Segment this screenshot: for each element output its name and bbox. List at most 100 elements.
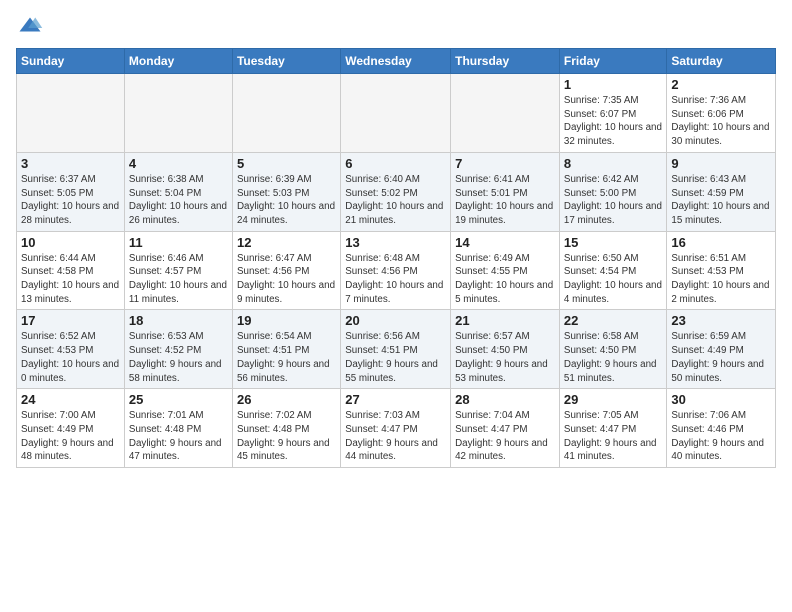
calendar-header-thursday: Thursday	[451, 49, 560, 74]
day-number: 27	[345, 392, 446, 407]
day-number: 19	[237, 313, 336, 328]
calendar-week-row: 17 Sunrise: 6:52 AM Sunset: 4:53 PM Dayli…	[17, 310, 776, 389]
day-info: Sunrise: 6:59 AM Sunset: 4:49 PM Dayligh…	[671, 330, 771, 385]
day-info: Sunrise: 6:40 AM Sunset: 5:02 PM Dayligh…	[345, 173, 446, 228]
day-number: 10	[21, 235, 120, 250]
calendar-cell: 17 Sunrise: 6:52 AM Sunset: 4:53 PM Dayli…	[17, 310, 125, 389]
day-info: Sunrise: 6:43 AM Sunset: 4:59 PM Dayligh…	[671, 173, 771, 228]
calendar-cell: 6 Sunrise: 6:40 AM Sunset: 5:02 PM Daylig…	[341, 152, 451, 231]
day-number: 18	[129, 313, 228, 328]
day-number: 14	[455, 235, 555, 250]
day-info: Sunrise: 6:39 AM Sunset: 5:03 PM Dayligh…	[237, 173, 336, 228]
day-number: 9	[671, 156, 771, 171]
calendar-cell: 2 Sunrise: 7:36 AM Sunset: 6:06 PM Daylig…	[667, 74, 776, 153]
day-number: 17	[21, 313, 120, 328]
calendar-cell: 24 Sunrise: 7:00 AM Sunset: 4:49 PM Dayli…	[17, 389, 125, 468]
calendar-cell	[17, 74, 125, 153]
day-number: 13	[345, 235, 446, 250]
day-info: Sunrise: 7:02 AM Sunset: 4:48 PM Dayligh…	[237, 409, 336, 464]
day-info: Sunrise: 7:03 AM Sunset: 4:47 PM Dayligh…	[345, 409, 446, 464]
day-number: 24	[21, 392, 120, 407]
calendar-header-friday: Friday	[559, 49, 666, 74]
day-info: Sunrise: 7:05 AM Sunset: 4:47 PM Dayligh…	[564, 409, 662, 464]
calendar-cell: 12 Sunrise: 6:47 AM Sunset: 4:56 PM Dayli…	[232, 231, 340, 310]
calendar-cell: 28 Sunrise: 7:04 AM Sunset: 4:47 PM Dayli…	[451, 389, 560, 468]
calendar-week-row: 24 Sunrise: 7:00 AM Sunset: 4:49 PM Dayli…	[17, 389, 776, 468]
day-info: Sunrise: 6:53 AM Sunset: 4:52 PM Dayligh…	[129, 330, 228, 385]
day-info: Sunrise: 6:42 AM Sunset: 5:00 PM Dayligh…	[564, 173, 662, 228]
day-info: Sunrise: 7:35 AM Sunset: 6:07 PM Dayligh…	[564, 94, 662, 149]
calendar-cell: 16Sunrise: 6:51 AM Sunset: 4:53 PM Dayli…	[667, 231, 776, 310]
day-number: 20	[345, 313, 446, 328]
day-info: Sunrise: 7:06 AM Sunset: 4:46 PM Dayligh…	[671, 409, 771, 464]
calendar-cell: 11 Sunrise: 6:46 AM Sunset: 4:57 PM Dayli…	[124, 231, 232, 310]
calendar-table: SundayMondayTuesdayWednesdayThursdayFrid…	[16, 48, 776, 468]
day-info: Sunrise: 6:56 AM Sunset: 4:51 PM Dayligh…	[345, 330, 446, 385]
page: SundayMondayTuesdayWednesdayThursdayFrid…	[0, 0, 792, 612]
day-number: 6	[345, 156, 446, 171]
calendar-cell: 30 Sunrise: 7:06 AM Sunset: 4:46 PM Dayli…	[667, 389, 776, 468]
day-info: Sunrise: 7:00 AM Sunset: 4:49 PM Dayligh…	[21, 409, 120, 464]
calendar-cell: 3 Sunrise: 6:37 AM Sunset: 5:05 PM Daylig…	[17, 152, 125, 231]
day-number: 22	[564, 313, 662, 328]
day-info: Sunrise: 6:49 AM Sunset: 4:55 PM Dayligh…	[455, 252, 555, 307]
day-number: 5	[237, 156, 336, 171]
calendar-cell: 7 Sunrise: 6:41 AM Sunset: 5:01 PM Daylig…	[451, 152, 560, 231]
calendar-cell: 5 Sunrise: 6:39 AM Sunset: 5:03 PM Daylig…	[232, 152, 340, 231]
day-number: 29	[564, 392, 662, 407]
day-number: 11	[129, 235, 228, 250]
calendar-cell: 8 Sunrise: 6:42 AM Sunset: 5:00 PM Daylig…	[559, 152, 666, 231]
day-number: 30	[671, 392, 771, 407]
day-info: Sunrise: 7:01 AM Sunset: 4:48 PM Dayligh…	[129, 409, 228, 464]
day-info: Sunrise: 6:54 AM Sunset: 4:51 PM Dayligh…	[237, 330, 336, 385]
calendar-cell: 25Sunrise: 7:01 AM Sunset: 4:48 PM Dayli…	[124, 389, 232, 468]
calendar-header-wednesday: Wednesday	[341, 49, 451, 74]
day-number: 12	[237, 235, 336, 250]
day-number: 3	[21, 156, 120, 171]
calendar-cell: 15 Sunrise: 6:50 AM Sunset: 4:54 PM Dayli…	[559, 231, 666, 310]
day-info: Sunrise: 6:41 AM Sunset: 5:01 PM Dayligh…	[455, 173, 555, 228]
calendar-header-sunday: Sunday	[17, 49, 125, 74]
calendar-cell: 21Sunrise: 6:57 AM Sunset: 4:50 PM Dayli…	[451, 310, 560, 389]
header	[16, 10, 776, 42]
calendar-cell: 29 Sunrise: 7:05 AM Sunset: 4:47 PM Dayli…	[559, 389, 666, 468]
day-info: Sunrise: 6:50 AM Sunset: 4:54 PM Dayligh…	[564, 252, 662, 307]
day-number: 26	[237, 392, 336, 407]
day-number: 15	[564, 235, 662, 250]
day-number: 23	[671, 313, 771, 328]
day-info: Sunrise: 6:37 AM Sunset: 5:05 PM Dayligh…	[21, 173, 120, 228]
calendar-cell: 4Sunrise: 6:38 AM Sunset: 5:04 PM Daylig…	[124, 152, 232, 231]
day-info: Sunrise: 7:04 AM Sunset: 4:47 PM Dayligh…	[455, 409, 555, 464]
day-info: Sunrise: 6:51 AM Sunset: 4:53 PM Dayligh…	[671, 252, 771, 307]
calendar-cell: 14 Sunrise: 6:49 AM Sunset: 4:55 PM Dayli…	[451, 231, 560, 310]
day-info: Sunrise: 6:38 AM Sunset: 5:04 PM Dayligh…	[129, 173, 228, 228]
logo-icon	[16, 14, 44, 42]
day-number: 7	[455, 156, 555, 171]
calendar-cell: 9 Sunrise: 6:43 AM Sunset: 4:59 PM Daylig…	[667, 152, 776, 231]
calendar-cell	[232, 74, 340, 153]
calendar-week-row: 1Sunrise: 7:35 AM Sunset: 6:07 PM Daylig…	[17, 74, 776, 153]
day-info: Sunrise: 6:44 AM Sunset: 4:58 PM Dayligh…	[21, 252, 120, 307]
calendar-header-monday: Monday	[124, 49, 232, 74]
day-info: Sunrise: 6:48 AM Sunset: 4:56 PM Dayligh…	[345, 252, 446, 307]
calendar-cell: 26 Sunrise: 7:02 AM Sunset: 4:48 PM Dayli…	[232, 389, 340, 468]
calendar-header-saturday: Saturday	[667, 49, 776, 74]
day-info: Sunrise: 6:46 AM Sunset: 4:57 PM Dayligh…	[129, 252, 228, 307]
day-info: Sunrise: 7:36 AM Sunset: 6:06 PM Dayligh…	[671, 94, 771, 149]
day-info: Sunrise: 6:47 AM Sunset: 4:56 PM Dayligh…	[237, 252, 336, 307]
day-number: 28	[455, 392, 555, 407]
calendar-header-row: SundayMondayTuesdayWednesdayThursdayFrid…	[17, 49, 776, 74]
day-info: Sunrise: 6:52 AM Sunset: 4:53 PM Dayligh…	[21, 330, 120, 385]
calendar-week-row: 3 Sunrise: 6:37 AM Sunset: 5:05 PM Daylig…	[17, 152, 776, 231]
day-number: 8	[564, 156, 662, 171]
logo	[16, 14, 46, 42]
calendar-header-tuesday: Tuesday	[232, 49, 340, 74]
day-info: Sunrise: 6:58 AM Sunset: 4:50 PM Dayligh…	[564, 330, 662, 385]
day-info: Sunrise: 6:57 AM Sunset: 4:50 PM Dayligh…	[455, 330, 555, 385]
calendar-cell: 23 Sunrise: 6:59 AM Sunset: 4:49 PM Dayli…	[667, 310, 776, 389]
calendar-cell: 27 Sunrise: 7:03 AM Sunset: 4:47 PM Dayli…	[341, 389, 451, 468]
day-number: 2	[671, 77, 771, 92]
calendar-cell: 20 Sunrise: 6:56 AM Sunset: 4:51 PM Dayli…	[341, 310, 451, 389]
calendar-cell	[341, 74, 451, 153]
calendar-cell: 18 Sunrise: 6:53 AM Sunset: 4:52 PM Dayli…	[124, 310, 232, 389]
